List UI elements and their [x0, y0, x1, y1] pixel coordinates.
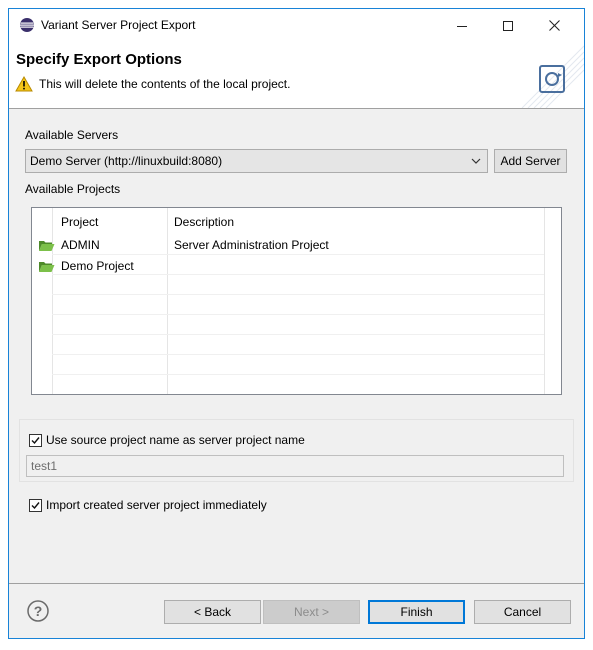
checkmark-icon	[31, 436, 40, 444]
row-divider	[52, 354, 544, 355]
warning-message: This will delete the contents of the loc…	[15, 76, 290, 92]
back-button[interactable]: < Back	[164, 600, 261, 624]
import-immediately-label: Import created server project immediatel…	[46, 498, 267, 512]
footer-separator	[9, 583, 584, 584]
row-divider	[52, 334, 544, 335]
minimize-icon	[457, 25, 467, 27]
available-projects-label: Available Projects	[25, 182, 121, 196]
page-title: Specify Export Options	[16, 51, 182, 68]
help-icon[interactable]: ?	[27, 600, 49, 622]
minimize-button[interactable]	[439, 9, 485, 42]
warning-text: This will delete the contents of the loc…	[39, 77, 291, 91]
svg-text:?: ?	[34, 603, 43, 619]
server-dropdown-value: Demo Server (http://linuxbuild:8080)	[30, 154, 223, 168]
projects-table[interactable]: Project Description ADMIN Server Adminis…	[31, 207, 562, 395]
close-icon	[548, 20, 560, 31]
maximize-icon	[503, 20, 513, 31]
warning-icon	[15, 76, 33, 92]
window-title: Variant Server Project Export	[41, 18, 196, 32]
folder-open-icon	[39, 262, 55, 272]
checkmark-icon	[31, 501, 40, 509]
finish-button[interactable]: Finish	[368, 600, 465, 624]
wizard-header: Specify Export Options This will delete …	[9, 42, 584, 109]
chevron-down-icon	[471, 158, 481, 164]
row-divider	[52, 294, 544, 295]
import-immediately-checkbox[interactable]: Import created server project immediatel…	[29, 498, 267, 512]
project-name-field: test1	[26, 455, 564, 477]
use-source-name-checkbox[interactable]: Use source project name as server projec…	[29, 433, 305, 447]
export-banner-icon	[521, 45, 584, 108]
row-divider	[52, 374, 544, 375]
add-server-button[interactable]: Add Server	[494, 149, 567, 173]
eclipse-app-icon	[20, 18, 34, 32]
cancel-button[interactable]: Cancel	[474, 600, 571, 624]
column-header-description[interactable]: Description	[174, 215, 234, 229]
row-divider	[52, 314, 544, 315]
project-name: ADMIN	[61, 238, 100, 252]
table-row[interactable]: ADMIN Server Administration Project	[32, 235, 561, 255]
project-name-value: test1	[31, 459, 58, 473]
available-servers-label: Available Servers	[25, 128, 119, 142]
checkbox-box	[29, 498, 42, 512]
use-source-name-label: Use source project name as server projec…	[46, 433, 305, 447]
project-name: Demo Project	[61, 259, 134, 273]
export-dialog: Variant Server Project Export Specify Ex…	[8, 8, 585, 639]
title-bar: Variant Server Project Export	[9, 9, 584, 42]
next-button[interactable]: Next >	[263, 600, 360, 624]
folder-open-icon	[39, 241, 55, 251]
maximize-button[interactable]	[485, 9, 531, 42]
table-row[interactable]: Demo Project	[32, 256, 561, 276]
project-description: Server Administration Project	[174, 238, 329, 252]
server-dropdown[interactable]: Demo Server (http://linuxbuild:8080)	[25, 149, 488, 173]
close-button[interactable]	[531, 9, 577, 42]
checkbox-box	[29, 433, 42, 447]
column-header-project[interactable]: Project	[61, 215, 98, 229]
